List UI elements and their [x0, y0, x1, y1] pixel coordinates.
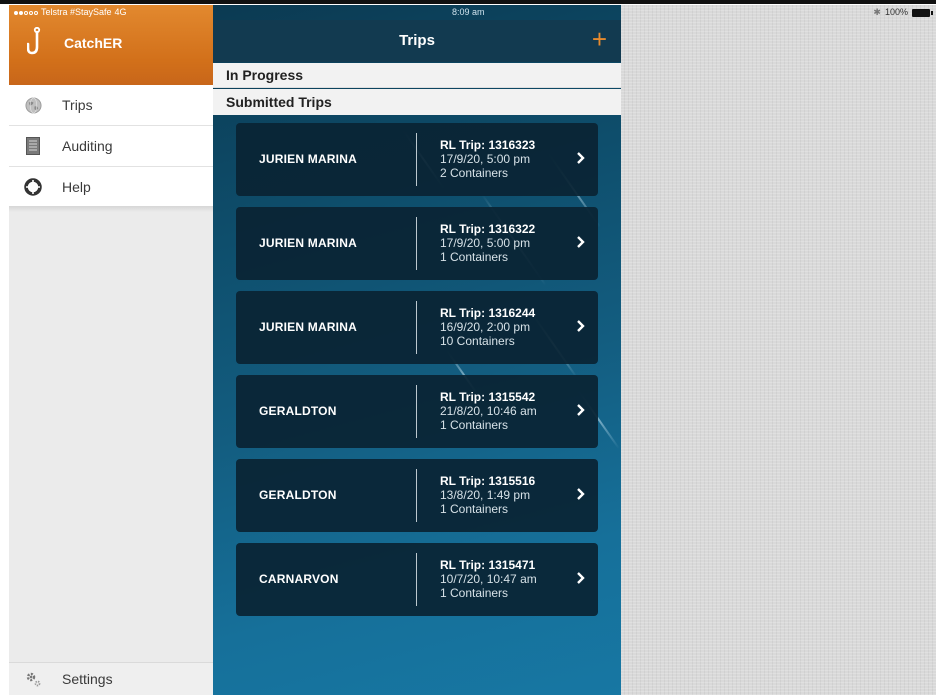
trip-info: RL Trip: 1316244 16/9/20, 2:00 pm 10 Con… — [440, 306, 535, 348]
trip-date: 13/8/20, 1:49 pm — [440, 488, 531, 502]
trip-containers: 2 Containers — [440, 166, 509, 180]
sidebar-item-settings[interactable]: Settings — [9, 662, 213, 695]
trip-info: RL Trip: 1315542 21/8/20, 10:46 am 1 Con… — [440, 390, 537, 432]
trip-row[interactable]: GERALDTON RL Trip: 1315516 13/8/20, 1:49… — [236, 459, 598, 532]
trip-info: RL Trip: 1315471 10/7/20, 10:47 am 1 Con… — [440, 558, 537, 600]
trip-containers: 1 Containers — [440, 586, 509, 600]
trip-id: RL Trip: 1316244 — [440, 306, 536, 320]
trip-location: GERALDTON — [259, 404, 337, 418]
sidebar-item-label: Help — [62, 179, 91, 195]
trip-id: RL Trip: 1315471 — [440, 558, 536, 572]
trip-date: 17/9/20, 5:00 pm — [440, 236, 531, 250]
sidebar-menu: Trips Auditing Help — [9, 85, 213, 207]
sidebar-item-trips[interactable]: Trips — [9, 85, 213, 126]
sidebar-item-auditing[interactable]: Auditing — [9, 126, 213, 167]
trip-row[interactable]: JURIEN MARINA RL Trip: 1316323 17/9/20, … — [236, 123, 598, 196]
trip-divider — [416, 301, 417, 354]
signal-strength-icon — [14, 10, 38, 15]
trip-info: RL Trip: 1316322 17/9/20, 5:00 pm 1 Cont… — [440, 222, 535, 264]
chevron-right-icon — [577, 404, 585, 416]
trip-divider — [416, 553, 417, 606]
status-bar-right: ✱ 100% — [873, 5, 933, 20]
trip-date: 21/8/20, 10:46 am — [440, 404, 537, 418]
in-progress-header[interactable]: In Progress — [213, 63, 621, 88]
fish-hook-logo-icon — [27, 27, 41, 55]
page-title: Trips — [399, 32, 435, 49]
trip-row[interactable]: JURIEN MARINA RL Trip: 1316322 17/9/20, … — [236, 207, 598, 280]
trip-location: GERALDTON — [259, 488, 337, 502]
carrier-name: Telstra #StaySafe — [41, 7, 112, 17]
trip-row[interactable]: JURIEN MARINA RL Trip: 1316244 16/9/20, … — [236, 291, 598, 364]
document-icon — [24, 137, 42, 155]
trip-info: RL Trip: 1315516 13/8/20, 1:49 pm 1 Cont… — [440, 474, 535, 516]
navigation-bar: Trips + — [213, 20, 621, 62]
trip-containers: 1 Containers — [440, 502, 509, 516]
trip-id: RL Trip: 1315542 — [440, 390, 536, 404]
trips-list-pane: Trips + In Progress Submitted Trips JURI… — [213, 5, 621, 695]
trip-id: RL Trip: 1316322 — [440, 222, 536, 236]
battery-percent: 100% — [884, 7, 908, 17]
trip-containers: 1 Containers — [440, 418, 509, 432]
status-bar-left: Telstra #StaySafe 4G — [14, 5, 127, 20]
trip-id: RL Trip: 1315516 — [440, 474, 536, 488]
chevron-right-icon — [577, 236, 585, 248]
submitted-trips-header[interactable]: Submitted Trips — [213, 89, 621, 115]
sidebar-item-label: Trips — [62, 97, 93, 113]
trip-divider — [416, 469, 417, 522]
chevron-right-icon — [577, 488, 585, 500]
top-border — [0, 0, 936, 4]
trip-location: JURIEN MARINA — [259, 236, 357, 250]
trip-location: JURIEN MARINA — [259, 320, 357, 334]
chevron-right-icon — [577, 152, 585, 164]
lifebuoy-icon — [24, 178, 42, 196]
trip-location: CARNARVON — [259, 572, 339, 586]
detail-pane-background — [620, 5, 936, 695]
trip-id: RL Trip: 1316323 — [440, 138, 536, 152]
network-type: 4G — [114, 7, 127, 17]
sidebar: CatchER Trips Auditing Help Settings — [9, 5, 213, 695]
bluetooth-icon: ✱ — [873, 7, 881, 17]
trip-date: 17/9/20, 5:00 pm — [440, 152, 531, 166]
trip-containers: 1 Containers — [440, 250, 509, 264]
settings-label: Settings — [62, 671, 113, 687]
menu-shadow — [9, 206, 213, 212]
battery-icon — [912, 8, 933, 17]
add-trip-button[interactable]: + — [592, 26, 607, 52]
trip-date: 16/9/20, 2:00 pm — [440, 320, 531, 334]
sidebar-item-label: Auditing — [62, 138, 113, 154]
globe-icon — [24, 96, 42, 114]
trip-divider — [416, 217, 417, 270]
trip-divider — [416, 385, 417, 438]
trip-info: RL Trip: 1316323 17/9/20, 5:00 pm 2 Cont… — [440, 138, 535, 180]
sidebar-item-help[interactable]: Help — [9, 167, 213, 207]
chevron-right-icon — [577, 320, 585, 332]
trips-list: JURIEN MARINA RL Trip: 1316323 17/9/20, … — [236, 123, 598, 627]
trip-row[interactable]: GERALDTON RL Trip: 1315542 21/8/20, 10:4… — [236, 375, 598, 448]
status-time: 8:09 am — [452, 7, 485, 17]
trip-divider — [416, 133, 417, 186]
trip-row[interactable]: CARNARVON RL Trip: 1315471 10/7/20, 10:4… — [236, 543, 598, 616]
trip-containers: 10 Containers — [440, 334, 515, 348]
app-title: CatchER — [64, 35, 123, 51]
trip-location: JURIEN MARINA — [259, 152, 357, 166]
trip-date: 10/7/20, 10:47 am — [440, 572, 537, 586]
gear-icon — [24, 670, 42, 688]
chevron-right-icon — [577, 572, 585, 584]
